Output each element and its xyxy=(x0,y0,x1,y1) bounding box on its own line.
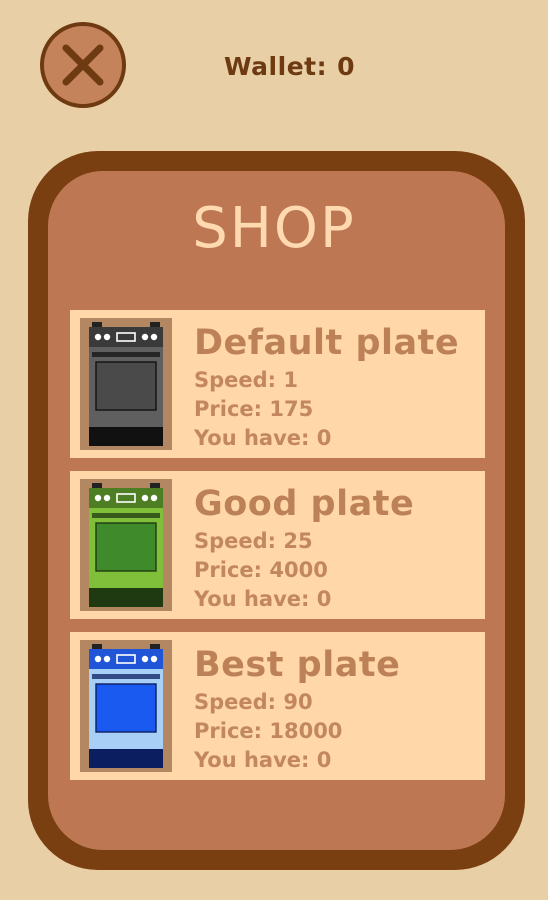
item-speed: Speed: 25 xyxy=(194,529,313,553)
close-icon xyxy=(62,44,104,86)
item-speed: Speed: 1 xyxy=(194,368,299,392)
item-price: Price: 18000 xyxy=(194,719,343,743)
item-thumbnail xyxy=(80,479,172,611)
wallet-label: Wallet: xyxy=(224,52,328,81)
stove-gray-icon xyxy=(89,322,163,446)
item-thumbnail xyxy=(80,640,172,772)
item-name: Good plate xyxy=(194,484,415,524)
stove-green-icon xyxy=(89,483,163,607)
shop-item-good-plate[interactable]: Good plate Speed: 25 Price: 4000 You hav… xyxy=(70,471,485,619)
stove-blue-icon xyxy=(89,644,163,768)
item-name: Best plate xyxy=(194,645,401,685)
wallet-amount: 0 xyxy=(337,52,356,81)
item-name: Default plate xyxy=(194,323,460,363)
item-thumbnail xyxy=(80,318,172,450)
item-owned: You have: 0 xyxy=(194,426,332,450)
item-owned: You have: 0 xyxy=(194,748,332,772)
item-owned: You have: 0 xyxy=(194,587,332,611)
shop-item-default-plate[interactable]: Default plate Speed: 1 Price: 175 You ha… xyxy=(70,310,485,458)
wallet-display: Wallet: 0 xyxy=(224,52,355,81)
item-price: Price: 175 xyxy=(194,397,314,421)
close-button[interactable] xyxy=(40,22,126,108)
item-price: Price: 4000 xyxy=(194,558,328,582)
shop-item-best-plate[interactable]: Best plate Speed: 90 Price: 18000 You ha… xyxy=(70,632,485,780)
item-speed: Speed: 90 xyxy=(194,690,313,714)
shop-title: SHOP xyxy=(192,196,356,261)
